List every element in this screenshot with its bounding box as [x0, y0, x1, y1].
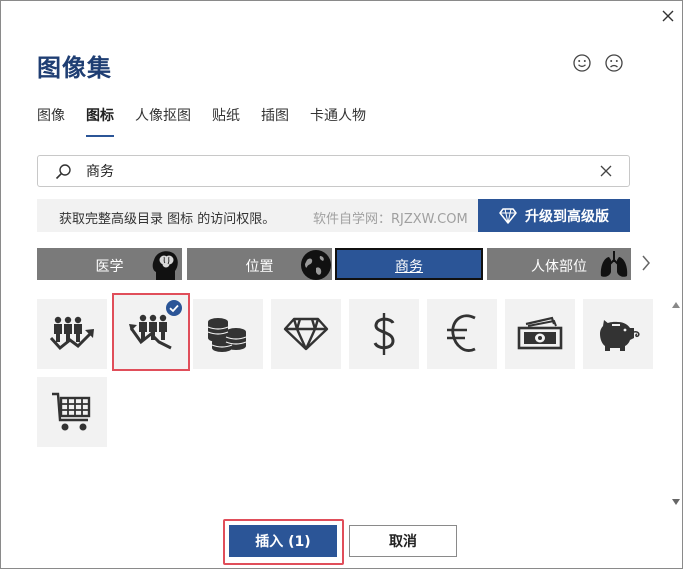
tab-illustrations[interactable]: 插图	[261, 105, 289, 135]
icon-tile-team-growth[interactable]	[37, 299, 107, 369]
business-team-growth-icon	[49, 316, 94, 351]
piggy-bank-icon	[600, 320, 640, 351]
insert-button[interactable]: 插入 (1)	[229, 525, 337, 557]
icon-tile-team-decline[interactable]	[112, 293, 190, 371]
category-medical[interactable]: 医学	[37, 248, 182, 280]
category-business[interactable]: 商务	[335, 248, 483, 280]
icon-tile-piggy-bank[interactable]	[583, 299, 653, 369]
scroll-up-icon[interactable]	[671, 301, 681, 309]
upgrade-button[interactable]: 升级到高级版	[478, 199, 630, 232]
category-body-parts[interactable]: 人体部位	[487, 248, 631, 280]
search-icon	[55, 164, 71, 180]
diamond-icon	[283, 317, 329, 351]
clear-search-icon[interactable]	[599, 164, 613, 178]
icon-tile-cash[interactable]	[505, 299, 575, 369]
euro-sign-icon	[447, 314, 476, 352]
shopping-cart-icon	[52, 392, 91, 431]
business-team-decline-icon	[129, 314, 172, 350]
tab-stickers[interactable]: 贴纸	[212, 105, 240, 135]
tab-bar: 图像 图标 人像抠图 贴纸 插图 卡通人物	[37, 105, 387, 137]
dollar-sign-icon	[373, 313, 395, 355]
tab-icons[interactable]: 图标	[86, 105, 114, 137]
coins-stack-icon	[207, 318, 247, 352]
icon-tile-diamond[interactable]	[271, 299, 341, 369]
icon-tile-coins[interactable]	[193, 299, 263, 369]
upgrade-label: 升级到高级版	[525, 208, 609, 225]
premium-message: 获取完整高级目录 图标 的访问权限。	[59, 212, 276, 227]
icon-tile-cart[interactable]	[37, 377, 107, 447]
close-icon	[662, 10, 674, 22]
scroll-down-icon[interactable]	[671, 498, 681, 506]
premium-banner: 获取完整高级目录 图标 的访问权限。 软件自学网：RJZXW.COM 升级到高级…	[37, 199, 630, 232]
globe-icon	[301, 250, 331, 280]
frown-icon[interactable]	[604, 53, 624, 73]
tab-cartoon-people[interactable]: 卡通人物	[310, 105, 366, 135]
smile-icon[interactable]	[572, 53, 592, 73]
icon-tile-euro[interactable]	[427, 299, 497, 369]
category-location[interactable]: 位置	[187, 248, 332, 280]
dialog-title: 图像集	[37, 54, 112, 82]
lungs-icon	[600, 251, 628, 277]
cash-money-icon	[517, 316, 563, 350]
checkmark-icon	[166, 300, 182, 316]
search-box	[37, 155, 630, 187]
category-label: 商务	[395, 259, 423, 275]
cancel-button[interactable]: 取消	[349, 525, 457, 557]
watermark-text: 软件自学网：RJZXW.COM	[313, 212, 468, 227]
icon-collection-dialog: 图像集 图像 图标 人像抠图 贴纸 插图 卡通人物 获取完整高级目录 图标 的访…	[0, 0, 683, 569]
diamond-icon	[499, 207, 517, 224]
brain-head-icon	[152, 251, 178, 280]
chevron-right-icon[interactable]	[641, 254, 651, 272]
tab-images[interactable]: 图像	[37, 105, 65, 135]
search-input[interactable]	[86, 161, 586, 181]
close-button[interactable]	[657, 5, 679, 27]
icon-tile-dollar[interactable]	[349, 299, 419, 369]
tab-cutout-people[interactable]: 人像抠图	[135, 105, 191, 135]
